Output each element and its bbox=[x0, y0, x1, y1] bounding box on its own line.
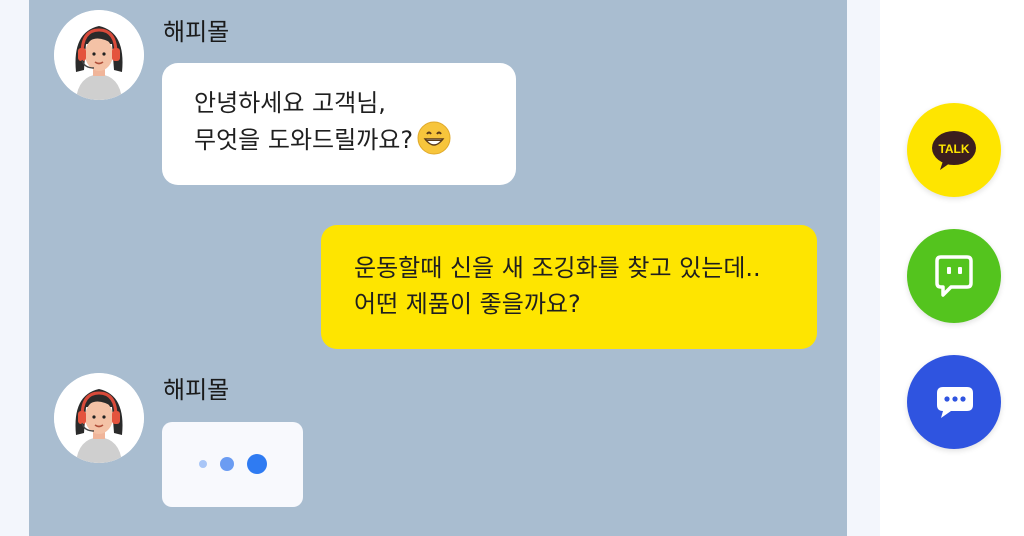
talktalk-icon bbox=[935, 255, 973, 297]
chat-button[interactable] bbox=[907, 355, 1001, 449]
kakaotalk-icon: TALK bbox=[932, 131, 976, 170]
typing-dot bbox=[247, 454, 267, 474]
agent-headset-avatar-icon bbox=[54, 10, 144, 100]
grinning-face-icon bbox=[417, 121, 451, 155]
talktalk-button[interactable] bbox=[907, 229, 1001, 323]
outgoing-message-bubble: 운동할때 신을 새 조깅화를 찾고 있는데.. 어떤 제품이 좋을까요? bbox=[321, 225, 817, 349]
typing-dot bbox=[199, 460, 207, 468]
sender-name: 해피몰 bbox=[163, 376, 230, 404]
typing-indicator bbox=[162, 422, 303, 507]
typing-dot bbox=[220, 457, 234, 471]
kakaotalk-button[interactable]: TALK bbox=[907, 103, 1001, 197]
message-line: 운동할때 신을 새 조깅화를 찾고 있는데.. bbox=[354, 254, 761, 282]
message-text: 무엇을 도와드릴까요? bbox=[194, 126, 414, 154]
agent-avatar bbox=[54, 10, 144, 100]
chat-bubble-icon bbox=[937, 387, 973, 418]
incoming-message-bubble: 안녕하세요 고객님, 무엇을 도와드릴까요? bbox=[162, 63, 516, 185]
message-line: 안녕하세요 고객님, bbox=[194, 89, 386, 117]
message-line: 어떤 제품이 좋을까요? bbox=[354, 290, 581, 318]
agent-avatar bbox=[54, 373, 144, 463]
message-line: 무엇을 도와드릴까요? bbox=[194, 121, 516, 158]
kakaotalk-label: TALK bbox=[938, 142, 969, 156]
agent-headset-avatar-icon bbox=[54, 373, 144, 463]
sender-name: 해피몰 bbox=[163, 18, 230, 46]
